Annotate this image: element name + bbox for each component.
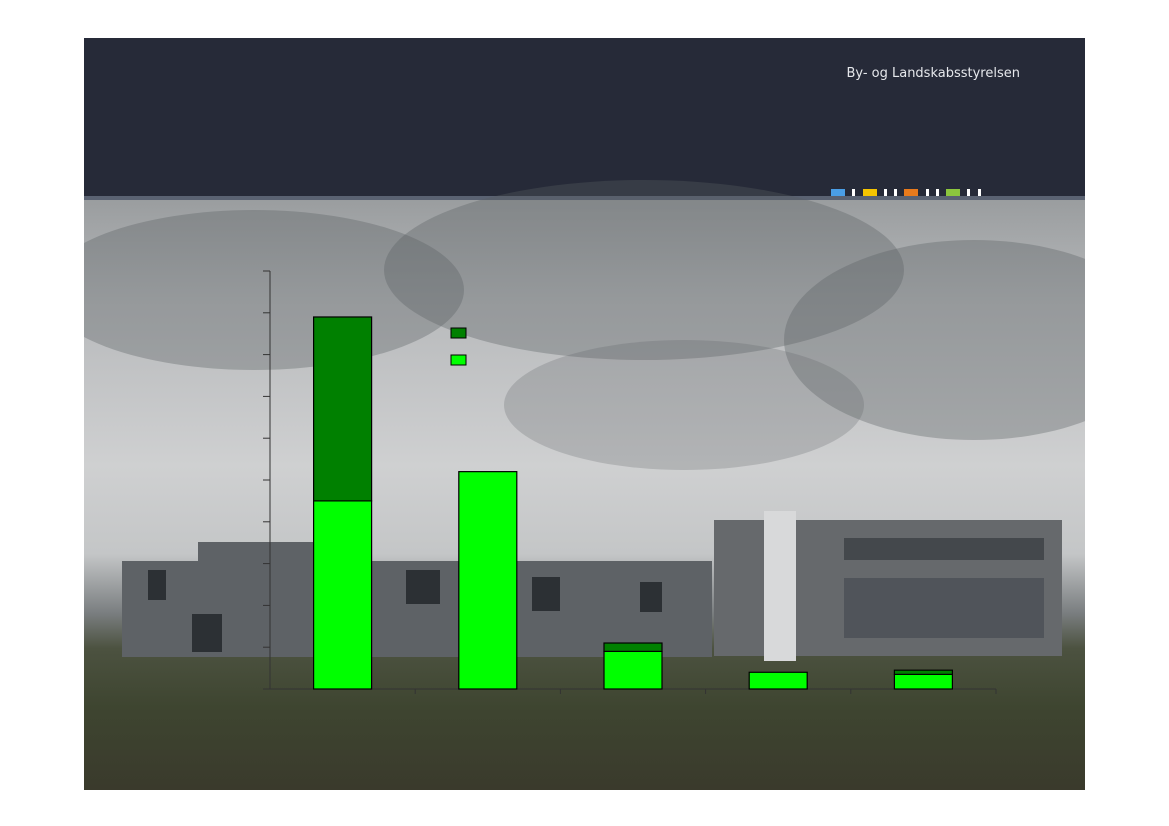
bar-segment bbox=[893, 673, 954, 690]
bar-segment bbox=[313, 316, 373, 502]
bar-segment bbox=[458, 471, 518, 690]
bar-chart bbox=[263, 270, 997, 694]
bar-segment bbox=[748, 671, 808, 690]
legend-swatch bbox=[450, 354, 467, 366]
chart-axes bbox=[263, 270, 997, 694]
bar-segment bbox=[893, 669, 954, 675]
bar-segment bbox=[603, 650, 663, 690]
bar-segment bbox=[313, 500, 373, 690]
chart-legend bbox=[450, 327, 467, 366]
bar-segment bbox=[603, 642, 663, 652]
chart-bars bbox=[313, 316, 954, 690]
slide: By- og Landskabsstyrelsen bbox=[84, 38, 1085, 790]
legend-swatch bbox=[450, 327, 467, 339]
